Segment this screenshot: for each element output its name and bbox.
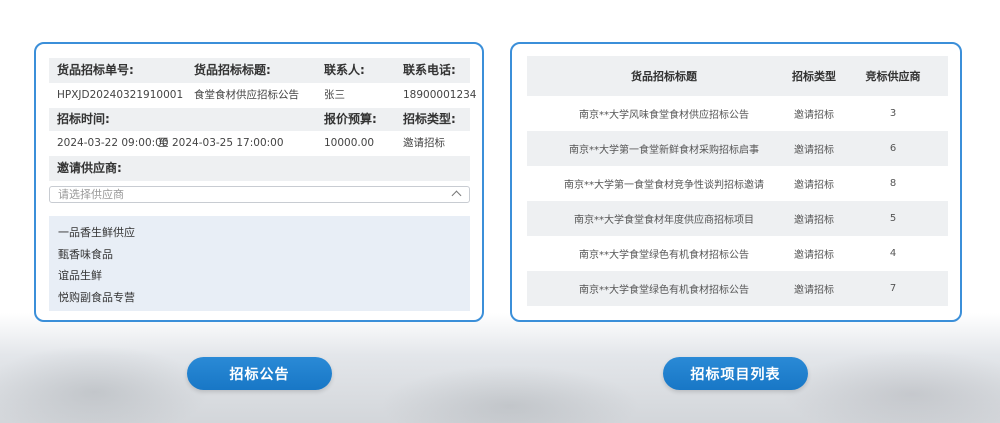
budget-label: 报价预算: bbox=[324, 112, 377, 126]
table-row[interactable]: 南京**大学食堂绿色有机食材招标公告 邀请招标 7 bbox=[527, 271, 948, 306]
supplier-option[interactable]: 悦购副食品专营 bbox=[49, 287, 470, 309]
row-title: 南京**大学食堂绿色有机食材招标公告 bbox=[579, 250, 749, 261]
row-supplier-count: 4 bbox=[889, 248, 897, 259]
suppliers-label: 邀请供应商: bbox=[57, 161, 122, 175]
row-type: 邀请招标 bbox=[794, 215, 834, 226]
row-title: 南京**大学第一食堂新鲜食材采购招标启事 bbox=[569, 145, 759, 156]
column-header-type: 招标类型 bbox=[792, 70, 836, 83]
table-row[interactable]: 南京**大学第一食堂新鲜食材采购招标启事 邀请招标 6 bbox=[527, 131, 948, 166]
row-supplier-count: 6 bbox=[889, 143, 897, 154]
row-type: 邀请招标 bbox=[794, 145, 834, 156]
project-table: 货品招标标题 招标类型 竞标供应商 南京**大学风味食堂食材供应招标公告 邀请招… bbox=[527, 56, 948, 306]
order-no-label: 货品招标单号: bbox=[57, 63, 134, 77]
row-title: 南京**大学食堂食材年度供应商招标项目 bbox=[574, 215, 754, 226]
row-supplier-count: 5 bbox=[889, 213, 897, 224]
contact-value: 张三 bbox=[324, 89, 345, 101]
row-type: 邀请招标 bbox=[794, 180, 834, 191]
detail-header-row: 邀请供应商: bbox=[49, 156, 470, 181]
chevron-up-icon[interactable] bbox=[451, 190, 462, 201]
row-type: 邀请招标 bbox=[794, 110, 834, 121]
row-supplier-count: 7 bbox=[889, 283, 897, 294]
budget-value: 10000.00 bbox=[324, 137, 375, 149]
type-label: 招标类型: bbox=[403, 112, 456, 126]
supplier-dropdown: 一品香生鲜供应 甄香味食品 谊品生鲜 悦购副食品专营 bbox=[49, 216, 470, 311]
detail-header-row: 招标时间: 报价预算: 招标类型: bbox=[49, 108, 470, 131]
phone-label: 联系电话: bbox=[403, 63, 456, 77]
column-header-title: 货品招标标题 bbox=[631, 70, 697, 83]
order-no-value: HPXJD20240321910001 bbox=[57, 89, 184, 101]
detail-header-row: 货品招标单号: 货品招标标题: 联系人: 联系电话: bbox=[49, 58, 470, 83]
title-value: 食堂食材供应招标公告 bbox=[194, 89, 299, 101]
announcement-panel: 货品招标单号: 货品招标标题: 联系人: 联系电话: HPXJD20240321… bbox=[34, 42, 484, 322]
table-row[interactable]: 南京**大学食堂食材年度供应商招标项目 邀请招标 5 bbox=[527, 201, 948, 236]
contact-label: 联系人: bbox=[324, 63, 365, 77]
detail-value-row: HPXJD20240321910001 食堂食材供应招标公告 张三 189000… bbox=[49, 83, 477, 108]
project-list-panel: 货品招标标题 招标类型 竞标供应商 南京**大学风味食堂食材供应招标公告 邀请招… bbox=[510, 42, 962, 322]
title-label: 货品招标标题: bbox=[194, 63, 271, 77]
row-title: 南京**大学食堂绿色有机食材招标公告 bbox=[579, 285, 749, 296]
supplier-option[interactable]: 谊品生鲜 bbox=[49, 265, 470, 287]
supplier-select[interactable]: 请选择供应商 bbox=[49, 186, 470, 203]
column-header-suppliers: 竞标供应商 bbox=[865, 70, 921, 83]
start-time-value: 2024-03-22 09:00:00 bbox=[57, 137, 169, 149]
table-header: 货品招标标题 招标类型 竞标供应商 bbox=[527, 56, 948, 96]
project-list-button[interactable]: 招标项目列表 bbox=[663, 357, 808, 390]
row-type: 邀请招标 bbox=[794, 250, 834, 261]
row-type: 邀请招标 bbox=[794, 285, 834, 296]
row-title: 南京**大学第一食堂食材竞争性谈判招标邀请 bbox=[564, 180, 764, 191]
table-row[interactable]: 南京**大学食堂绿色有机食材招标公告 邀请招标 4 bbox=[527, 236, 948, 271]
table-row[interactable]: 南京**大学风味食堂食材供应招标公告 邀请招标 3 bbox=[527, 96, 948, 131]
row-supplier-count: 3 bbox=[889, 108, 897, 119]
supplier-option[interactable]: 甄香味食品 bbox=[49, 244, 470, 266]
background-decor bbox=[0, 345, 210, 423]
supplier-select-placeholder: 请选择供应商 bbox=[58, 188, 124, 201]
phone-value: 18900001234 bbox=[403, 89, 477, 101]
background-decor bbox=[780, 350, 1000, 423]
supplier-option[interactable]: 一品香生鲜供应 bbox=[49, 222, 470, 244]
detail-value-row: 2024-03-22 09:00:00 至 2024-03-25 17:00:0… bbox=[49, 131, 470, 156]
row-supplier-count: 8 bbox=[889, 178, 897, 189]
table-row[interactable]: 南京**大学第一食堂食材竞争性谈判招标邀请 邀请招标 8 bbox=[527, 166, 948, 201]
type-value: 邀请招标 bbox=[403, 137, 445, 149]
end-time-value: 2024-03-25 17:00:00 bbox=[172, 137, 284, 149]
time-separator: 至 bbox=[158, 137, 169, 149]
background-decor bbox=[380, 365, 640, 423]
row-title: 南京**大学风味食堂食材供应招标公告 bbox=[579, 110, 749, 121]
time-label: 招标时间: bbox=[57, 112, 110, 126]
announcement-button[interactable]: 招标公告 bbox=[187, 357, 332, 390]
